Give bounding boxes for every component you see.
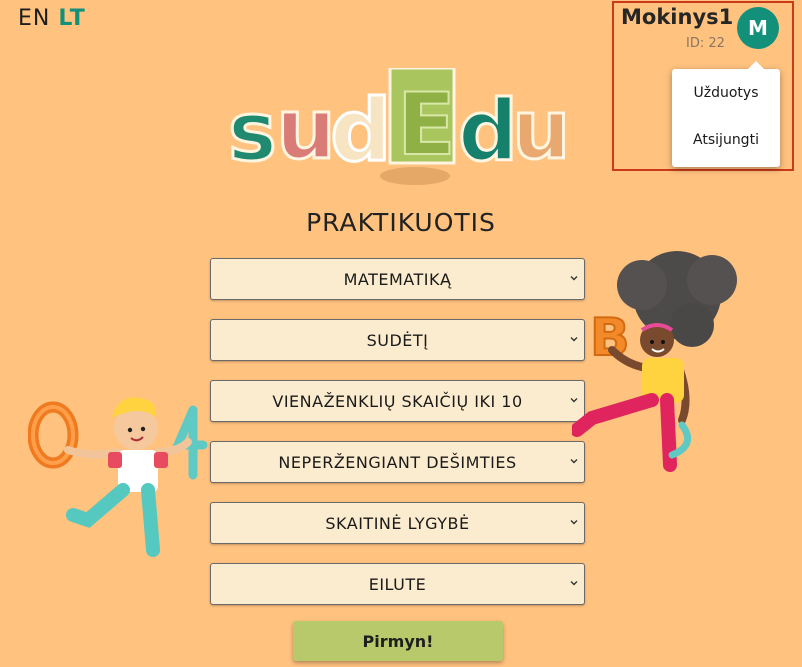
go-button[interactable]: Pirmyn!: [293, 621, 503, 661]
range-select-value: VIENAŽENKLIŲ SKAIČIŲ IKI 10: [272, 391, 523, 411]
logo-letter-d2: d: [458, 82, 518, 180]
page-title: PRAKTIKUOTIS: [306, 208, 496, 237]
user-id: ID: 22: [686, 36, 725, 51]
operation-select[interactable]: SUDĖTĮ: [210, 319, 585, 361]
carry-select-value: NEPERŽENGIANT DEŠIMTIES: [278, 452, 517, 472]
logo-letter-s: s: [228, 85, 277, 180]
boy-illustration: [28, 397, 208, 557]
language-switcher: EN LT: [18, 6, 94, 31]
type-select-value: SKAITINĖ LYGYBĖ: [325, 513, 470, 533]
subject-select[interactable]: MATEMATIKĄ: [210, 258, 585, 300]
chevron-down-icon: [570, 581, 578, 586]
lang-en[interactable]: EN: [18, 6, 50, 31]
user-dropdown-menu: Užduotys Atsijungti: [672, 61, 780, 167]
menu-item-logout[interactable]: Atsijungti: [672, 116, 780, 163]
username: Mokinys1: [621, 5, 734, 29]
format-select-value: EILUTE: [368, 574, 427, 594]
logo-letter-E: E: [397, 75, 456, 175]
carry-select[interactable]: NEPERŽENGIANT DEŠIMTIES: [210, 441, 585, 483]
sudedu-logo: s u d E d u: [227, 68, 572, 183]
user-panel: Mokinys1 ID: 22 M Užduotys Atsijungti: [612, 1, 794, 171]
avatar[interactable]: M: [737, 7, 779, 49]
girl-illustration: B: [572, 251, 737, 472]
lang-lt[interactable]: LT: [58, 6, 85, 31]
range-select[interactable]: VIENAŽENKLIŲ SKAIČIŲ IKI 10: [210, 380, 585, 422]
logo-letter-d: d: [330, 81, 392, 181]
logo-letter-u2: u: [512, 83, 570, 178]
format-select[interactable]: EILUTE: [210, 563, 585, 605]
operation-select-value: SUDĖTĮ: [366, 330, 429, 350]
type-select[interactable]: SKAITINĖ LYGYBĖ: [210, 502, 585, 544]
chevron-down-icon: [570, 520, 578, 525]
logo-letter-u: u: [276, 80, 336, 178]
menu-item-tasks[interactable]: Užduotys: [672, 69, 780, 116]
subject-select-value: MATEMATIKĄ: [343, 269, 452, 289]
